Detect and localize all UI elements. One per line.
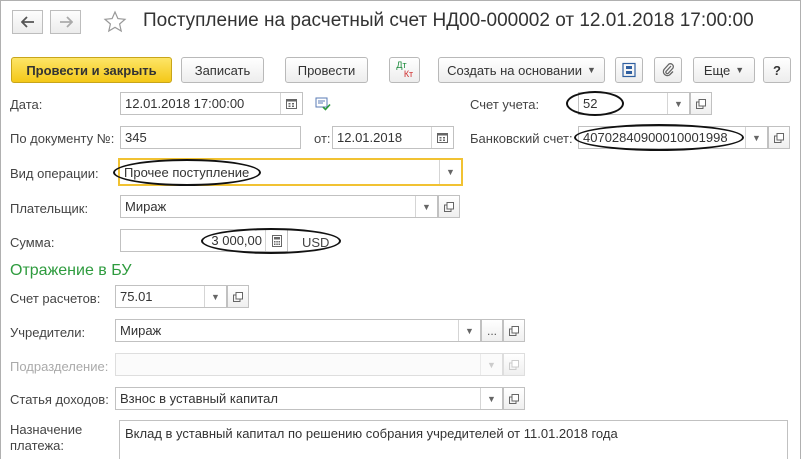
- open-account-button[interactable]: [690, 92, 712, 115]
- hierarchy-icon: [622, 62, 636, 78]
- from-date-value: 12.01.2018: [337, 130, 403, 145]
- sum-field[interactable]: 3 000,00: [120, 229, 288, 252]
- open-icon: [509, 393, 519, 404]
- payment-purpose-label-line2: платежа:: [10, 438, 64, 453]
- document-check-icon[interactable]: [315, 97, 331, 114]
- more-button[interactable]: Еще ▼: [693, 57, 755, 83]
- date-value: 12.01.2018 17:00:00: [125, 96, 245, 111]
- forward-button[interactable]: [50, 10, 81, 34]
- create-based-on-button[interactable]: Создать на основании ▼: [438, 57, 605, 83]
- bank-account-value: 40702840900010001998: [583, 130, 728, 145]
- doc-number-label: По документу №:: [10, 131, 115, 146]
- founders-select-button[interactable]: ...: [481, 319, 503, 342]
- settlement-account-value: 75.01: [120, 289, 153, 304]
- dt-kt-button[interactable]: Дт Кт: [389, 57, 420, 83]
- income-item-label: Статья доходов:: [10, 392, 109, 407]
- open-settlement-account-button[interactable]: [227, 285, 249, 308]
- currency-label: USD: [302, 235, 330, 250]
- settlement-account-label: Счет расчетов:: [10, 291, 101, 306]
- chevron-down-icon[interactable]: ▼: [480, 388, 502, 409]
- open-payer-button[interactable]: [438, 195, 460, 218]
- date-label: Дата:: [10, 97, 43, 112]
- doc-number-field[interactable]: 345: [120, 126, 301, 149]
- open-income-item-button[interactable]: [503, 387, 525, 410]
- chevron-down-icon[interactable]: ▼: [745, 127, 767, 148]
- division-field: ▼: [115, 353, 503, 376]
- open-icon: [509, 325, 519, 336]
- arrow-left-icon: [20, 16, 34, 28]
- favorite-button[interactable]: [103, 10, 127, 34]
- operation-type-value: Прочее поступление: [124, 164, 250, 180]
- bank-account-field[interactable]: 40702840900010001998 ▼: [578, 126, 768, 149]
- founders-field[interactable]: Мираж ▼: [115, 319, 481, 342]
- open-founders-button[interactable]: [503, 319, 525, 342]
- bank-account-label: Банковский счет:: [470, 131, 573, 146]
- chevron-down-icon[interactable]: ▼: [204, 286, 226, 307]
- chevron-down-icon[interactable]: ▼: [667, 93, 689, 114]
- chevron-down-icon: ▼: [586, 65, 596, 75]
- chevron-down-icon[interactable]: ▼: [439, 160, 461, 184]
- account-value: 52: [583, 96, 598, 111]
- payer-label: Плательщик:: [10, 201, 89, 216]
- founders-value: Мираж: [120, 323, 162, 338]
- open-icon: [444, 201, 454, 212]
- founders-label: Учредители:: [10, 325, 86, 340]
- more-label: Еще: [703, 62, 731, 78]
- operation-label: Вид операции:: [10, 166, 99, 181]
- sum-value: 3 000,00: [211, 233, 262, 248]
- chevron-down-icon: ▼: [480, 354, 502, 375]
- income-item-field[interactable]: Взнос в уставный капитал ▼: [115, 387, 503, 410]
- payment-purpose-textarea[interactable]: Вклад в уставный капитал по решению собр…: [119, 420, 788, 459]
- open-division-button: [503, 353, 525, 376]
- operation-type-field[interactable]: Прочее поступление ▼: [118, 158, 463, 186]
- settlement-account-field[interactable]: 75.01 ▼: [115, 285, 227, 308]
- sum-label: Сумма:: [10, 235, 55, 250]
- calendar-icon[interactable]: [280, 93, 302, 114]
- help-button[interactable]: ?: [763, 57, 791, 83]
- from-label: от:: [314, 131, 331, 146]
- star-icon: [103, 10, 127, 33]
- post-button[interactable]: Провести: [285, 57, 368, 83]
- open-icon: [509, 359, 519, 370]
- kt-label: Кт: [403, 69, 414, 79]
- calendar-icon[interactable]: [431, 127, 453, 148]
- save-button[interactable]: Записать: [181, 57, 264, 83]
- date-field[interactable]: 12.01.2018 17:00:00: [120, 92, 303, 115]
- account-label: Счет учета:: [470, 97, 540, 112]
- open-icon: [774, 132, 784, 143]
- back-button[interactable]: [12, 10, 43, 34]
- from-date-field[interactable]: 12.01.2018: [332, 126, 454, 149]
- account-field[interactable]: 52 ▼: [578, 92, 690, 115]
- chevron-down-icon: ▼: [735, 65, 745, 75]
- section-title-accounting: Отражение в БУ: [10, 262, 132, 279]
- payer-field[interactable]: Мираж ▼: [120, 195, 438, 218]
- chevron-down-icon[interactable]: ▼: [458, 320, 480, 341]
- income-item-value: Взнос в уставный капитал: [120, 391, 278, 406]
- open-icon: [233, 291, 243, 302]
- arrow-right-icon: [59, 16, 73, 28]
- structure-button[interactable]: [615, 57, 643, 83]
- post-and-close-button[interactable]: Провести и закрыть: [11, 57, 172, 83]
- paperclip-icon: [662, 63, 674, 77]
- page-title: Поступление на расчетный счет НД00-00000…: [143, 10, 754, 31]
- create-based-on-label: Создать на основании: [447, 62, 582, 78]
- open-icon: [696, 98, 706, 109]
- calculator-icon[interactable]: [265, 230, 287, 251]
- doc-number-value: 345: [125, 130, 147, 145]
- division-label: Подразделение:: [10, 359, 109, 374]
- attach-button[interactable]: [654, 57, 682, 83]
- payment-purpose-label-line1: Назначение: [10, 422, 83, 437]
- payer-value: Мираж: [125, 199, 167, 214]
- chevron-down-icon[interactable]: ▼: [415, 196, 437, 217]
- open-bank-account-button[interactable]: [768, 126, 790, 149]
